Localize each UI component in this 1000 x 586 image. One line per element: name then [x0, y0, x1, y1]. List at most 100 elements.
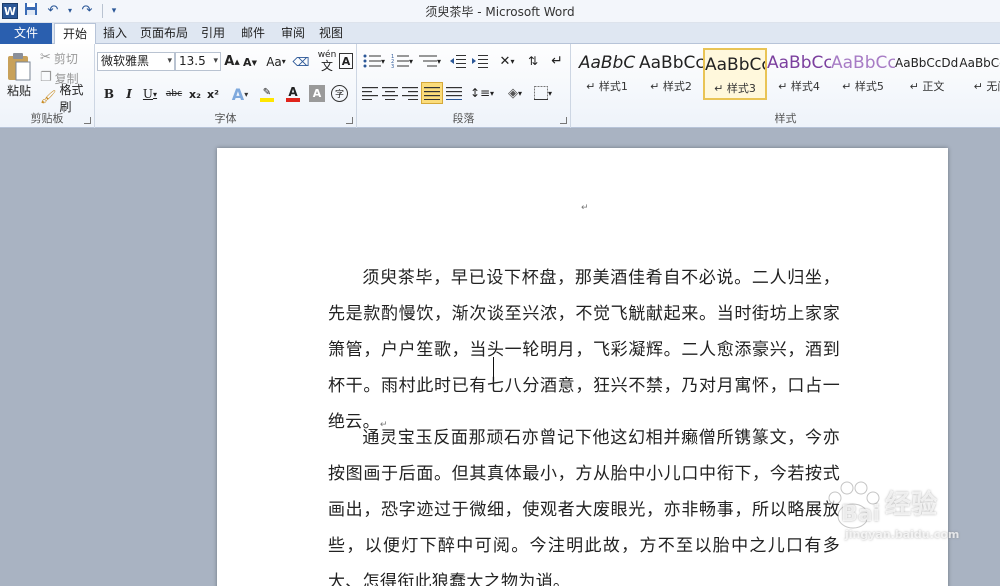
strikethrough-button[interactable]: abc [165, 85, 183, 103]
style-item-5[interactable]: AaBbCc ↵ 样式5 [831, 48, 895, 100]
style-name: ↵ 样式1 [586, 80, 628, 93]
font-name-combo[interactable]: 微软雅黑 ▾ [97, 52, 175, 71]
character-shading-icon: A [312, 87, 322, 100]
character-border-button[interactable]: A [339, 53, 353, 69]
font-size-combo[interactable]: 13.5 ▾ [175, 52, 221, 71]
italic-button[interactable]: I [121, 85, 137, 103]
style-item-3[interactable]: AaBbCc ↵ 样式3 [703, 48, 767, 100]
borders-button[interactable]: ▾ [531, 84, 555, 102]
borders-icon [533, 86, 548, 100]
align-right-icon [402, 87, 418, 100]
style-item-7[interactable]: AaBbCcDd ↵ 无间 [959, 48, 1000, 100]
format-painter-button[interactable]: 🖌 格式刷 [40, 83, 94, 114]
font-launcher-icon[interactable] [346, 117, 353, 124]
empty-paragraph-mark: ↵ [581, 203, 589, 213]
line-spacing-button[interactable]: ↕≡ ▾ [469, 84, 495, 102]
paste-button[interactable]: 粘贴 [4, 46, 34, 104]
underline-icon: U [142, 87, 154, 101]
highlight-color-bar [260, 97, 274, 102]
decrease-indent-icon [450, 55, 466, 68]
scissors-icon: ✂ [40, 50, 51, 65]
tab-insert[interactable]: 插入 [100, 23, 130, 44]
align-center-button[interactable] [381, 84, 399, 102]
justify-icon [424, 87, 440, 100]
shading-button[interactable]: ◈ ▾ [503, 84, 527, 102]
tab-review[interactable]: 审阅 [278, 23, 308, 44]
highlighter-icon: ✎ [262, 86, 272, 98]
ribbon-tabs: 文件 开始 插入 页面布局 引用 邮件 审阅 视图 [0, 23, 1000, 45]
paragraph-group-label: 段落 [452, 112, 475, 125]
decrease-indent-button[interactable] [449, 52, 467, 70]
tab-mailings[interactable]: 邮件 [238, 23, 268, 44]
enclose-characters-button[interactable]: 字 [331, 85, 348, 102]
change-case-button[interactable]: Aa ▾ [265, 53, 287, 70]
paragraph-1-text: 须臾茶毕，早已设下杯盘，那美酒佳肴自不必说。二人归坐，先是款酌慢饮，渐次谈至兴浓… [328, 268, 840, 432]
bullets-icon [363, 54, 381, 68]
clear-formatting-button[interactable]: ⌫ [292, 53, 310, 70]
tab-file[interactable]: 文件 [0, 23, 52, 44]
style-item-4[interactable]: AaBbCc ↵ 样式4 [767, 48, 831, 100]
styles-group-label: 样式 [774, 112, 797, 125]
bullets-button[interactable]: ▾ [361, 52, 387, 70]
shrink-font-button[interactable]: A ▼ [243, 54, 257, 71]
paragraph-group: ▾ 123 ▾ ▾ ✕ ▾ ⇅ ↵ ↕≡ ▾ ◈ ▾ ▾ 段落 [357, 44, 571, 128]
style-sample: AaBbCc [831, 53, 895, 73]
style-sample: AaBbCc [705, 55, 765, 75]
document-area[interactable]: ↵ 须臾茶毕，早已设下杯盘，那美酒佳肴自不必说。二人归坐，先是款酌慢饮，渐次谈至… [0, 129, 1000, 586]
distributed-button[interactable] [445, 84, 463, 102]
underline-button[interactable]: U ▾ [139, 85, 161, 103]
tab-references[interactable]: 引用 [198, 23, 228, 44]
increase-indent-icon [472, 55, 488, 68]
numbering-button[interactable]: 123 ▾ [389, 52, 415, 70]
superscript-button[interactable]: x² [205, 85, 221, 103]
align-right-button[interactable] [401, 84, 419, 102]
document-paragraph-1[interactable]: 须臾茶毕，早已设下杯盘，那美酒佳肴自不必说。二人归坐，先是款酌慢饮，渐次谈至兴浓… [328, 260, 840, 443]
pilcrow-icon: ↵ [551, 53, 563, 69]
style-name: ↵ 无间 [973, 80, 1000, 93]
style-item-1[interactable]: AaBbC ↵ 样式1 [575, 48, 639, 100]
chinese-layout-icon: ✕ [499, 53, 511, 69]
tab-view[interactable]: 视图 [316, 23, 346, 44]
sort-button[interactable]: ⇅ [523, 52, 543, 70]
strikethrough-icon: abc [165, 89, 183, 99]
clear-formatting-icon: ⌫ [292, 54, 310, 69]
text-effects-button[interactable]: A ▾ [229, 84, 251, 104]
chinese-layout-button[interactable]: ✕ ▾ [495, 52, 519, 70]
justify-button[interactable] [421, 82, 443, 104]
font-color-button[interactable]: A [281, 84, 305, 104]
character-border-icon: A [341, 54, 351, 68]
watermark-brand: Bai [841, 502, 881, 527]
style-item-6[interactable]: AaBbCcDdI ↵ 正文 [895, 48, 959, 100]
highlight-button[interactable]: ✎ [255, 84, 279, 104]
style-item-2[interactable]: AaBbCc ↵ 样式2 [639, 48, 703, 100]
phonetic-guide-button[interactable]: wén 文 [317, 50, 337, 72]
clipboard-launcher-icon[interactable] [84, 117, 91, 124]
style-name: ↵ 样式3 [714, 82, 756, 95]
bold-button[interactable]: B [101, 85, 117, 103]
tab-page-layout[interactable]: 页面布局 [136, 23, 192, 44]
font-color-icon: A [288, 85, 298, 99]
style-name: ↵ 样式2 [650, 80, 692, 93]
increase-indent-button[interactable] [471, 52, 489, 70]
cut-button[interactable]: ✂ 剪切 [40, 50, 78, 66]
font-size-value: 13.5 [179, 54, 206, 68]
show-marks-button[interactable]: ↵ [547, 52, 567, 70]
paragraph-launcher-icon[interactable] [560, 117, 567, 124]
character-shading-button[interactable]: A [309, 85, 325, 102]
clipboard-group: 粘贴 ✂ 剪切 ❐ 复制 🖌 格式刷 剪贴板 [0, 44, 95, 128]
font-color-bar [286, 98, 300, 102]
style-sample: AaBbCcDdI [895, 56, 959, 70]
paste-icon [8, 52, 31, 80]
text-cursor [493, 357, 494, 381]
document-paragraph-2[interactable]: 通灵宝玉反面那顽石亦曾记下他这幻相并癞僧所镌篆文，今亦按图画于后面。但其真体最小… [328, 420, 840, 586]
tab-home[interactable]: 开始 [54, 23, 96, 45]
multilevel-list-button[interactable]: ▾ [417, 52, 443, 70]
subscript-button[interactable]: x₂ [187, 85, 203, 103]
grow-font-button[interactable]: A ▲ [224, 53, 239, 70]
cut-label: 剪切 [53, 51, 78, 66]
align-left-button[interactable] [361, 84, 379, 102]
ribbon: 粘贴 ✂ 剪切 ❐ 复制 🖌 格式刷 剪贴板 微软雅黑 ▾ 13.5 ▾ A ▲ … [0, 44, 1000, 128]
clipboard-group-label: 剪贴板 [30, 112, 64, 125]
watermark-url: jingyan.baidu.com [845, 528, 960, 541]
distributed-icon [446, 87, 462, 100]
